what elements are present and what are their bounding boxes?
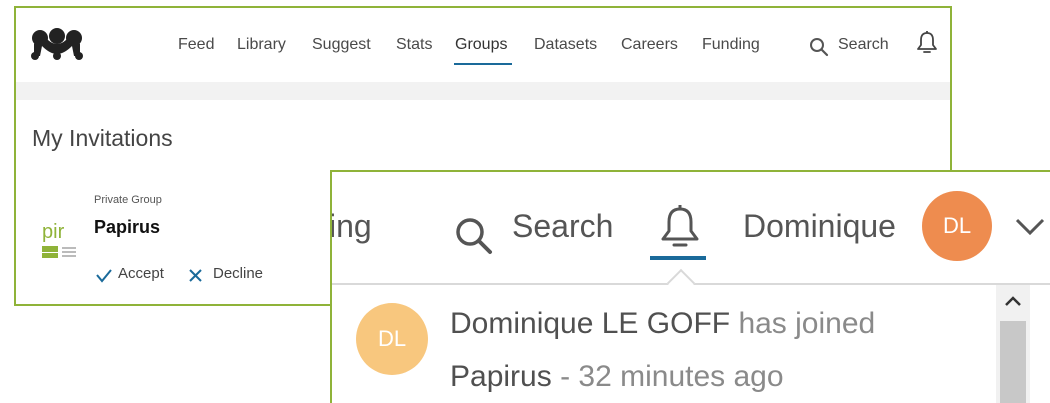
notification-actor[interactable]: Dominique LE GOFF	[450, 307, 730, 340]
notification-line-2[interactable]: Papirus - 32 minutes ago	[450, 360, 784, 394]
user-name[interactable]: Dominique	[743, 208, 896, 245]
nav-stats[interactable]: Stats	[396, 36, 432, 54]
nav-library[interactable]: Library	[237, 36, 286, 54]
nav-suggest[interactable]: Suggest	[312, 36, 371, 54]
bell-icon[interactable]	[659, 203, 701, 249]
header-divider	[16, 82, 950, 100]
mendeley-logo-icon[interactable]	[30, 26, 84, 60]
group-logo-icon: pir	[42, 221, 76, 258]
nav-groups[interactable]: Groups	[455, 36, 507, 54]
svg-text:pir: pir	[42, 221, 65, 243]
top-nav: Feed Library Suggest Stats Groups Datase…	[16, 8, 950, 82]
chevron-down-icon[interactable]	[1015, 218, 1045, 236]
nav-careers[interactable]: Careers	[621, 36, 678, 54]
accept-label: Accept	[118, 265, 164, 282]
notification-avatar[interactable]: DL	[356, 303, 428, 375]
page-title: My Invitations	[32, 125, 173, 151]
decline-label: Decline	[213, 265, 264, 282]
group-privacy-label: Private Group	[94, 194, 162, 206]
search-label: Search	[512, 208, 614, 244]
group-name[interactable]: Papirus	[94, 217, 160, 238]
zoomed-notification-window: ing Search Dominique DL DL Dominique LE …	[330, 170, 1050, 403]
notification-action: has joined	[738, 307, 876, 340]
dropdown-scrollbar[interactable]	[996, 285, 1030, 403]
close-icon	[189, 269, 202, 282]
notification-line-1[interactable]: Dominique LE GOFF has joined	[450, 307, 875, 341]
search-icon	[456, 218, 492, 254]
bell-icon[interactable]	[916, 30, 938, 54]
dropdown-edge	[1030, 285, 1050, 403]
nav-partial-item[interactable]: ing	[332, 208, 372, 245]
search-label: Search	[838, 36, 889, 53]
notification-separator: -	[560, 360, 571, 393]
nav-funding[interactable]: Funding	[702, 36, 760, 54]
active-notifications-indicator	[650, 256, 706, 260]
active-tab-indicator	[454, 63, 512, 65]
avatar[interactable]: DL	[922, 191, 992, 261]
nav-feed[interactable]: Feed	[178, 36, 214, 54]
notification-group[interactable]: Papirus	[450, 360, 552, 393]
check-icon	[96, 269, 112, 283]
nav-datasets[interactable]: Datasets	[534, 36, 597, 54]
notification-time: 32 minutes ago	[578, 360, 784, 393]
scrollbar-thumb[interactable]	[1000, 321, 1026, 403]
dropdown-pointer	[666, 268, 696, 298]
chevron-up-icon[interactable]	[1004, 295, 1022, 307]
search-icon	[810, 38, 829, 57]
